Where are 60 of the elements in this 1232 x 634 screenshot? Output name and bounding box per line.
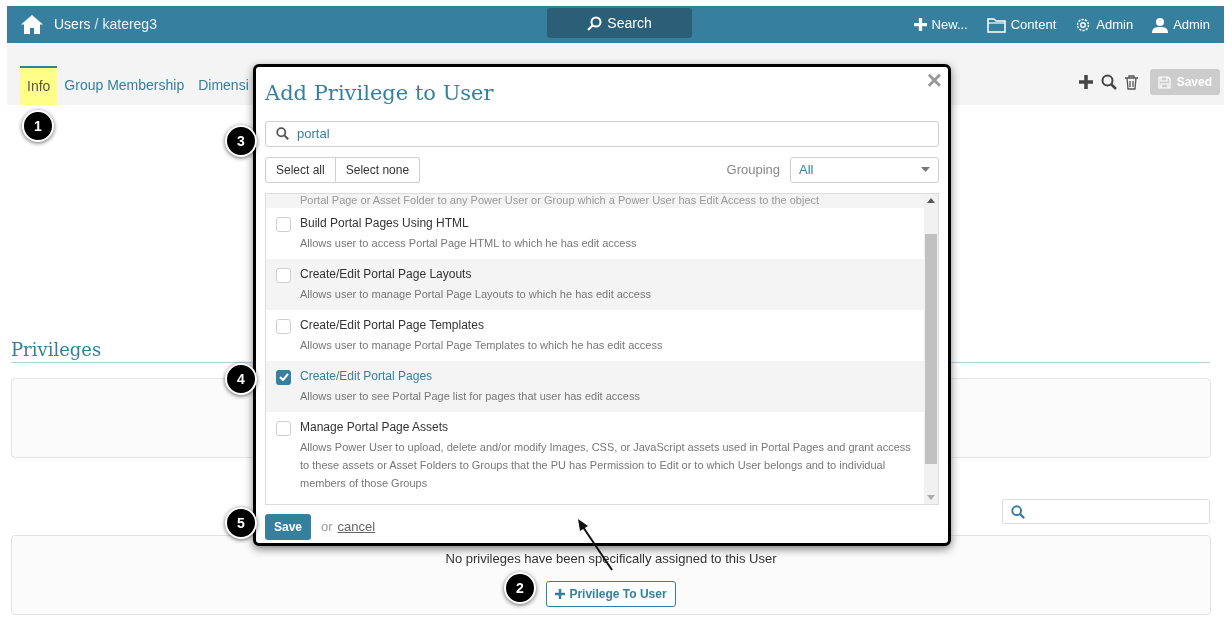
content-menu-item[interactable]: Content [986,14,1057,35]
step-badge: 4 [225,363,257,395]
checkbox[interactable] [276,420,291,436]
tab[interactable]: Dimensi [191,66,256,105]
user-menu-item[interactable]: Admin [1152,14,1210,35]
privilege-title[interactable]: Manage Portal Page Assets [300,419,914,435]
privilege-title[interactable]: Create/Edit Portal Pages [300,368,640,384]
scroll-up-icon[interactable] [927,197,935,203]
checkbox[interactable] [276,267,291,283]
privilege-description: Allows user to manage Portal Page Layouts to which he has edit access [300,286,651,302]
privilege-title[interactable]: Create/Edit Portal Page Templates [300,317,663,333]
privilege-description: Portal Page or Asset Folder to any Power User or Group which a Power User has Edit Access to the object [300,193,821,206]
privilege-description: Allows Power User to upload, delete and/or modify Images, CSS, or JavaScript assets used in Portal Pages and grant access to these assets or Asset Folders to Groups that the PU has Permission to Edit or to which User belongs and to individual members of those Groups [300,439,912,491]
caret-icon [921,167,930,172]
search-button[interactable]: Search [547,8,692,38]
scrollbar-thumb[interactable] [925,233,937,464]
trash-icon[interactable] [1124,74,1138,90]
gear-icon [1075,16,1092,33]
select-all-button[interactable]: Select all [265,156,336,183]
privilege-description: Allows user to manage Portal Page Templates to which he has edit access [300,337,663,353]
plus-icon [913,18,927,31]
grouping-label: Grouping [726,160,780,179]
admin-menu-item[interactable]: Admin [1075,14,1134,35]
tab[interactable]: Group Membership [57,66,192,105]
save-button[interactable]: Save [265,513,312,540]
cancel-link[interactable]: cancel [337,516,376,537]
checkbox[interactable] [276,318,291,334]
new-menu-item[interactable]: New... [913,14,968,35]
or-text: or [321,517,333,536]
modal-title: Add Privilege to User [265,80,494,107]
search-icon [587,15,603,31]
checkbox[interactable] [276,369,291,385]
search-field[interactable] [1002,499,1210,524]
step-badge: 1 [22,110,54,142]
search-icon [276,127,289,140]
breadcrumb-current: katereg3 [102,15,157,34]
select-none-button[interactable]: Select none [335,156,421,183]
scroll-down-icon[interactable] [927,494,935,500]
privilege-title[interactable]: Create/Edit Portal Page Layouts [300,266,651,282]
user-icon [1152,16,1169,33]
checkbox[interactable] [276,216,291,232]
search-icon[interactable] [1100,74,1117,90]
tab[interactable]: Info [20,66,58,105]
plus-icon [555,588,566,599]
grouping-dropdown[interactable]: All [790,156,939,183]
add-privilege-button[interactable]: Privilege To User [546,580,676,607]
step-badge: 3 [225,125,257,157]
breadcrumb-separator: / [94,15,99,34]
privilege-title[interactable]: Build Portal Pages Using HTML [300,215,637,231]
search-field[interactable]: portal [265,120,939,147]
breadcrumb-link[interactable]: Users [54,14,91,35]
step-badge: 5 [225,507,257,539]
folder-icon [986,16,1006,33]
privilege-description: Allows user to access Portal Page HTML to which he has edit access [300,235,637,251]
search-icon [1011,504,1025,519]
close-button[interactable]: × [926,67,942,93]
privilege-description: Allows user to see Portal Page list for pages that user has edit access [300,388,640,404]
floppy-icon [1157,75,1171,89]
add-icon[interactable] [1078,75,1093,89]
home-icon[interactable] [21,15,43,34]
